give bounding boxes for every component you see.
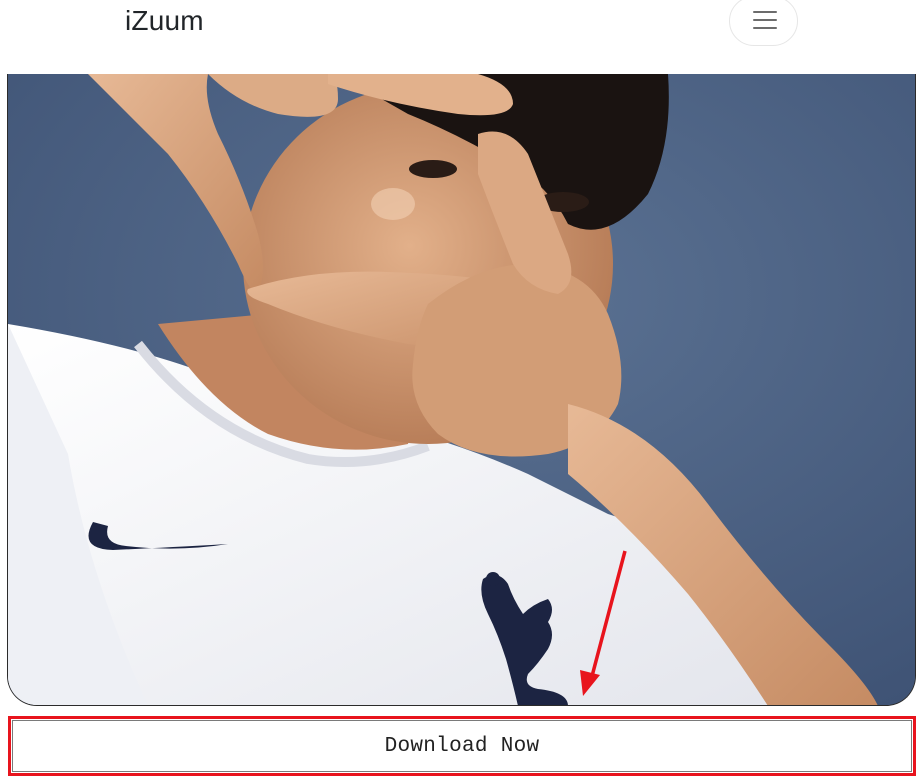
photo-illustration bbox=[8, 74, 915, 705]
brand-logo[interactable]: iZuum bbox=[125, 5, 204, 37]
menu-toggle-button[interactable] bbox=[729, 0, 798, 46]
download-now-label: Download Now bbox=[384, 734, 540, 758]
page: iZuum Download Now bbox=[0, 0, 924, 779]
top-navbar: iZuum bbox=[0, 0, 924, 74]
preview-image bbox=[7, 74, 916, 706]
download-now-button[interactable]: Download Now bbox=[8, 716, 916, 776]
